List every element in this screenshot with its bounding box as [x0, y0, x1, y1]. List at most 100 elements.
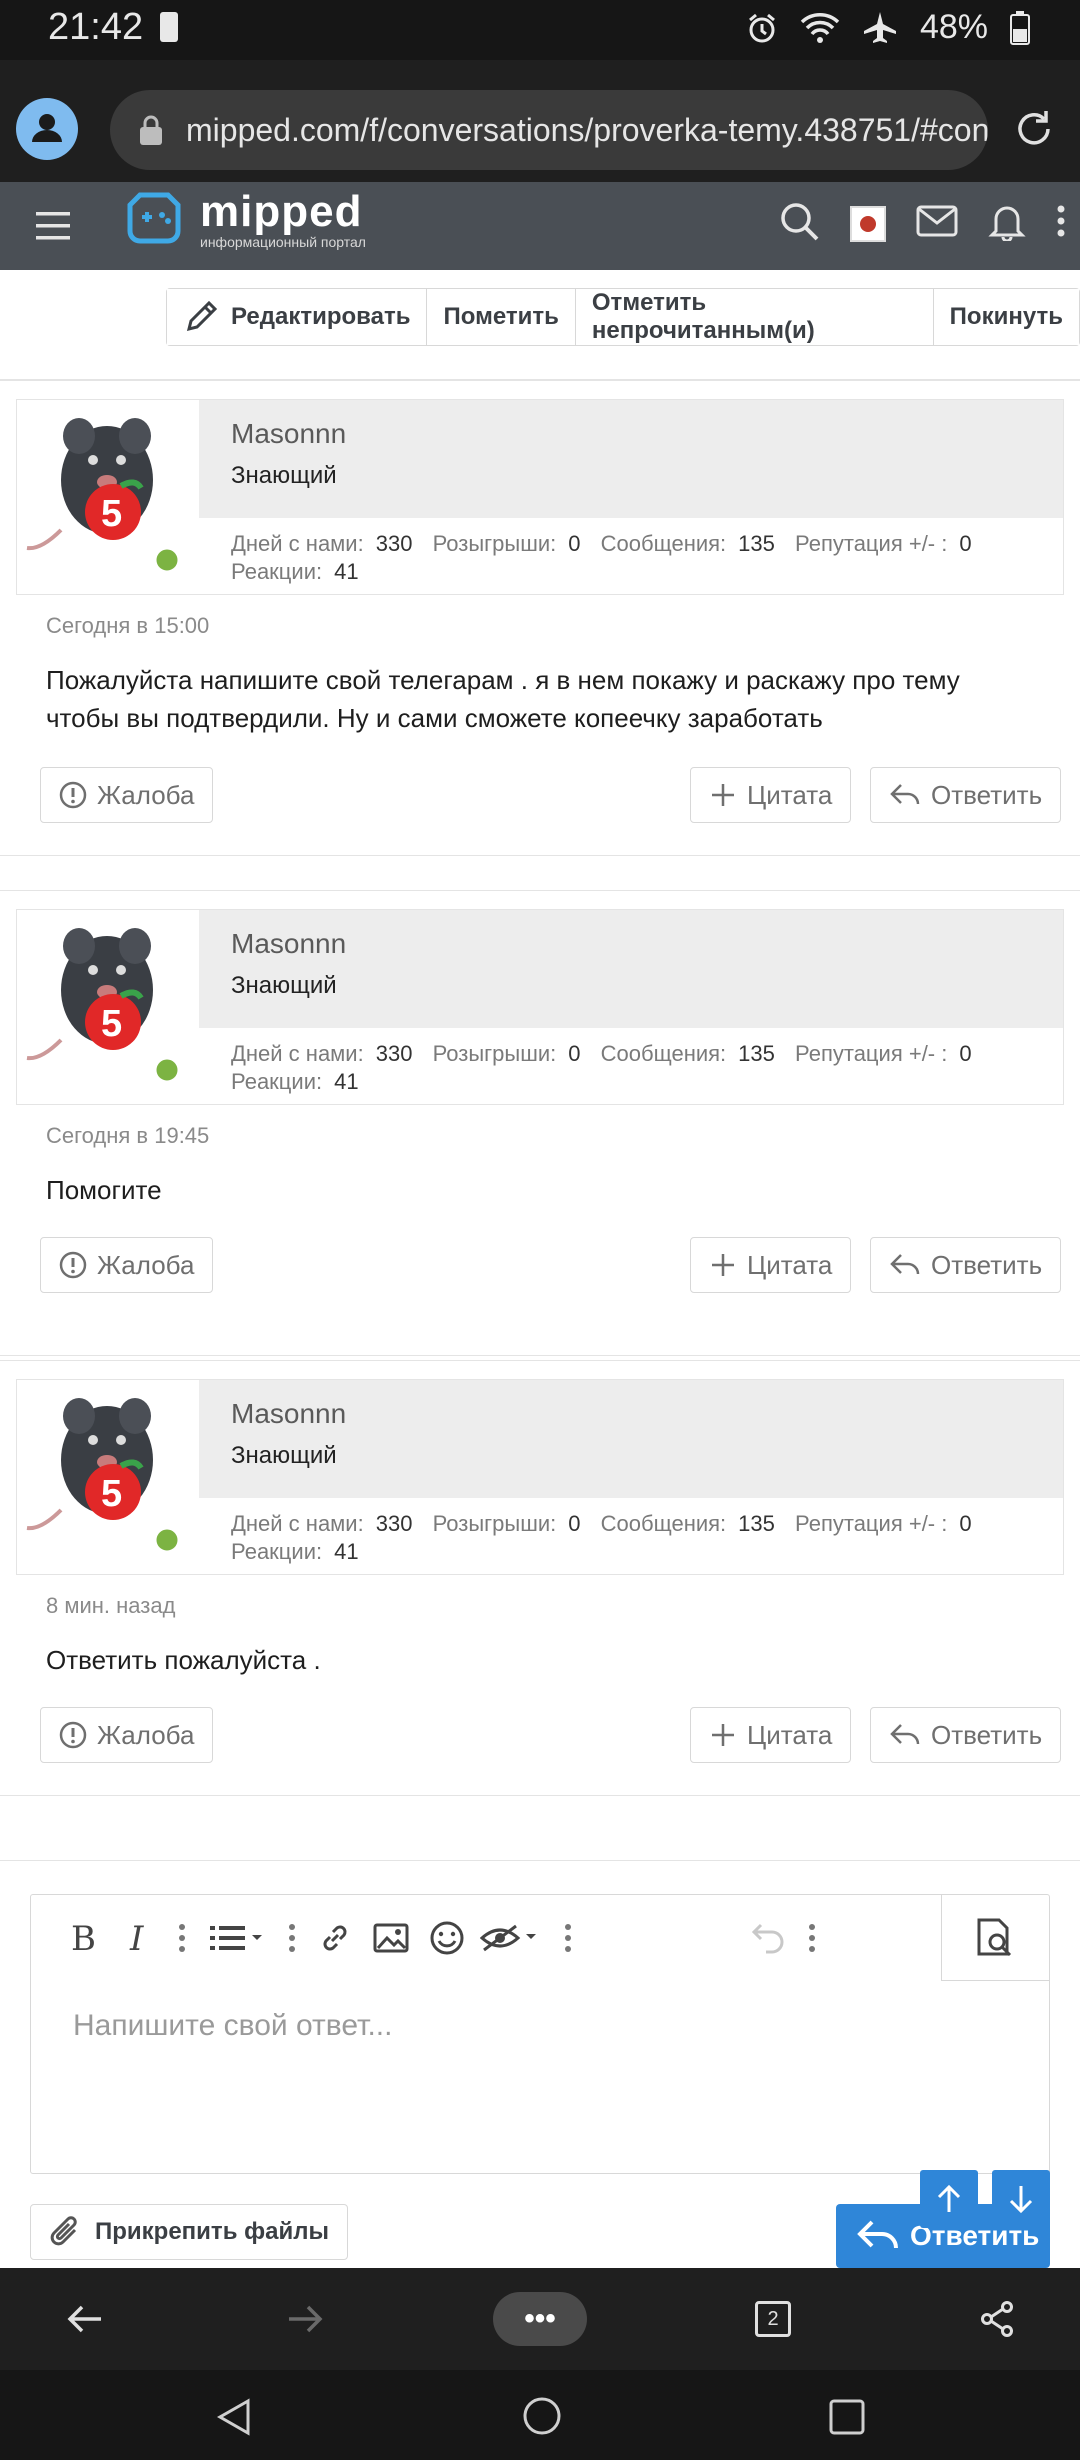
more-insert-options-icon[interactable]: [553, 1910, 583, 1966]
reply-label: Ответить: [931, 1249, 1043, 1280]
report-button[interactable]: Жалоба: [40, 1237, 214, 1293]
leave-button[interactable]: Покинуть: [933, 289, 1079, 345]
battery-saver-icon: [160, 12, 178, 42]
preview-icon: [977, 1918, 1011, 1956]
scroll-up-button[interactable]: [920, 2170, 978, 2228]
browser-address-bar: mipped.com/f/conversations/proverka-temy…: [0, 60, 1080, 182]
scroll-down-button[interactable]: [992, 2170, 1050, 2228]
reply-button[interactable]: Ответить: [870, 767, 1062, 823]
reply-input[interactable]: Напишите свой ответ...: [73, 2009, 392, 2043]
hide-content-dropdown-icon[interactable]: [475, 1910, 545, 1966]
list-dropdown-icon[interactable]: [197, 1910, 277, 1966]
edit-button[interactable]: Редактировать: [167, 289, 428, 345]
reactions-label: Реакции:: [231, 1539, 323, 1564]
tab-count: 2: [755, 2301, 791, 2337]
rat-avatar[interactable]: 5: [17, 1380, 197, 1574]
arrow-down-icon: [1009, 2186, 1033, 2214]
user-title: Знающий: [231, 972, 337, 999]
plus-icon: [712, 1254, 734, 1276]
messages-label: Сообщения:: [600, 531, 727, 556]
italic-icon[interactable]: I: [111, 1910, 167, 1966]
reputation-label: Репутация +/- :: [795, 531, 948, 556]
quote-button[interactable]: Цитата: [690, 1237, 852, 1293]
smiley-icon[interactable]: [419, 1910, 475, 1966]
attach-files-button[interactable]: Прикрепить файлы: [30, 2204, 348, 2260]
mark-unread-label: Отметить непрочитанным(и): [591, 289, 815, 344]
reload-icon[interactable]: [1012, 107, 1056, 156]
nav-back-triangle-icon[interactable]: [216, 2398, 252, 2441]
bold-icon[interactable]: B: [55, 1910, 111, 1966]
image-icon[interactable]: [363, 1910, 419, 1966]
more-editor-options-icon[interactable]: [797, 1910, 827, 1966]
undo-icon[interactable]: [741, 1910, 797, 1966]
reputation-label: Репутация +/- :: [795, 1511, 948, 1536]
reputation-label: Репутация +/- :: [795, 1041, 948, 1066]
quote-label: Цитата: [747, 1249, 833, 1280]
giveaways-value: 0: [568, 531, 581, 556]
more-vertical-icon[interactable]: [1056, 204, 1066, 243]
quote-button[interactable]: Цитата: [690, 767, 852, 823]
conversation-actions: Редактировать Пометить Отметить непрочит…: [0, 270, 1080, 380]
nav-recents-square-icon[interactable]: [828, 2398, 866, 2441]
plus-icon: [712, 784, 734, 806]
mark-unread-button[interactable]: Отметить непрочитанным(и): [575, 289, 934, 345]
forward-button[interactable]: [260, 2268, 350, 2370]
back-button[interactable]: [40, 2268, 130, 2370]
reply-button[interactable]: Ответить: [870, 1707, 1062, 1763]
site-header: mipped информационный портал: [0, 182, 1080, 270]
site-logo[interactable]: mipped информационный портал: [122, 190, 366, 250]
reactions-label: Реакции:: [231, 1069, 323, 1094]
preview-button[interactable]: [941, 1895, 1049, 1981]
messages-value: 135: [738, 1041, 775, 1066]
username[interactable]: Masonnn: [231, 928, 346, 960]
share-button[interactable]: [952, 2268, 1042, 2370]
search-icon[interactable]: [778, 200, 820, 247]
giveaways-value: 0: [568, 1041, 581, 1066]
rat-avatar[interactable]: 5: [17, 400, 197, 594]
browser-menu-button[interactable]: •••: [492, 2268, 588, 2370]
mark-button[interactable]: Пометить: [427, 289, 576, 345]
message-text: Ответить пожалуйста .: [46, 1641, 1046, 1679]
svg-text:5: 5: [101, 1003, 122, 1045]
username[interactable]: Masonnn: [231, 418, 346, 450]
attach-label: Прикрепить файлы: [95, 2218, 329, 2245]
leave-label: Покинуть: [949, 303, 1063, 330]
user-block: 5 Masonnn Знающий Дней с нами: 330 Розыгр…: [16, 909, 1064, 1105]
tabs-button[interactable]: 2: [728, 2268, 818, 2370]
hamburger-menu-icon[interactable]: [34, 208, 74, 249]
plus-icon: [712, 1724, 734, 1746]
exclamation-circle-icon: [59, 1251, 87, 1279]
message-time[interactable]: Сегодня в 15:00: [46, 613, 209, 639]
more-label: •••: [493, 2292, 587, 2346]
reply-editor: B I Напишите свой ответ...: [30, 1894, 1050, 2174]
arrow-right-icon: [289, 2305, 323, 2333]
bell-icon[interactable]: [988, 201, 1026, 246]
browser-bottom-bar: ••• 2: [0, 2268, 1080, 2370]
divider: [0, 1860, 1080, 1861]
report-button[interactable]: Жалоба: [40, 1707, 214, 1763]
report-button[interactable]: Жалоба: [40, 767, 214, 823]
reactions-value: 41: [334, 559, 359, 584]
more-paragraph-options-icon[interactable]: [277, 1910, 307, 1966]
username[interactable]: Masonnn: [231, 1398, 346, 1430]
arrow-left-icon: [67, 2305, 101, 2333]
user-block: 5 Masonnn Знающий Дней с нами: 330 Розыгр…: [16, 399, 1064, 595]
conversation-button-group: Редактировать Пометить Отметить непрочит…: [166, 288, 1080, 346]
giveaways-label: Розыгрыши:: [432, 531, 557, 556]
nav-home-circle-icon[interactable]: [522, 2396, 562, 2441]
user-avatar[interactable]: [850, 205, 886, 242]
link-icon[interactable]: [307, 1910, 363, 1966]
message-time[interactable]: 8 мин. назад: [46, 1593, 175, 1619]
reply-label: Ответить: [931, 1719, 1043, 1750]
envelope-icon[interactable]: [916, 205, 958, 242]
message-item: 5 Masonnn Знающий Дней с нами: 330 Розыгр…: [0, 1360, 1080, 1796]
url-field[interactable]: mipped.com/f/conversations/proverka-temy…: [110, 90, 988, 170]
rat-avatar[interactable]: 5: [17, 910, 197, 1104]
browser-profile-avatar[interactable]: [16, 98, 78, 160]
message-line: чтобы вы подтвердили. Ну и сами сможете …: [46, 703, 823, 733]
status-bar: 21:42 48%: [0, 0, 1080, 60]
reply-button[interactable]: Ответить: [870, 1237, 1062, 1293]
message-time[interactable]: Сегодня в 19:45: [46, 1123, 209, 1149]
quote-button[interactable]: Цитата: [690, 1707, 852, 1763]
more-text-options-icon[interactable]: [167, 1910, 197, 1966]
